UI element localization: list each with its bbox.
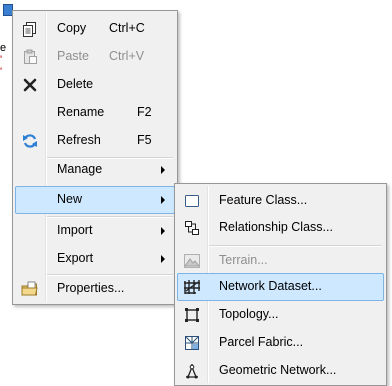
- menu-item-label: New: [57, 192, 83, 206]
- menu-item-label: Delete: [57, 77, 94, 91]
- menu-item-paste[interactable]: Paste Ctrl+V: [15, 43, 175, 71]
- terrain-icon: [183, 252, 201, 270]
- submenu-item-network-dataset[interactable]: Network Dataset...: [177, 273, 384, 301]
- menu-item-label: Export: [57, 251, 94, 265]
- background-window: e ' ': [0, 0, 13, 130]
- menu-item-shortcut: Ctrl+V: [109, 49, 145, 63]
- submenu-arrow-icon: [161, 255, 165, 263]
- menu-item-manage[interactable]: Manage: [15, 156, 175, 184]
- feature-class-icon: [183, 192, 201, 210]
- menu-item-label: Copy: [57, 21, 87, 35]
- submenu-arrow-icon: [161, 196, 165, 204]
- menu-item-label: Feature Class...: [219, 193, 308, 207]
- menu-item-label: Rename: [57, 105, 105, 119]
- menu-item-label: Refresh: [57, 133, 101, 147]
- menu-item-label: Parcel Fabric...: [219, 335, 304, 349]
- menu-item-label: Relationship Class...: [219, 220, 333, 234]
- background-text: e: [0, 42, 7, 54]
- menu-item-shortcut: F5: [137, 133, 152, 147]
- menu-item-refresh[interactable]: Refresh F5: [15, 127, 175, 155]
- delete-icon: [21, 76, 39, 94]
- submenu-arrow-icon: [161, 166, 165, 174]
- menu-item-rename[interactable]: Rename F2: [15, 99, 175, 127]
- menu-item-label: Terrain...: [219, 253, 268, 267]
- menu-item-label: Topology...: [219, 307, 279, 321]
- menu-item-properties[interactable]: Properties...: [15, 275, 175, 303]
- menu-item-export[interactable]: Export: [15, 245, 175, 273]
- relationship-class-icon: [183, 219, 201, 237]
- submenu-arrow-icon: [161, 227, 165, 235]
- submenu-item-geometric-network[interactable]: Geometric Network...: [177, 357, 384, 385]
- menu-item-shortcut: Ctrl+C: [109, 21, 145, 35]
- menu-item-label: Network Dataset...: [219, 279, 322, 293]
- submenu-item-topology[interactable]: Topology...: [177, 301, 384, 329]
- menu-item-label: Geometric Network...: [219, 363, 337, 377]
- menu-item-copy[interactable]: Copy Ctrl+C: [15, 15, 175, 43]
- properties-icon: [21, 280, 39, 298]
- menu-item-import[interactable]: Import: [15, 217, 175, 245]
- menu-item-label: Properties...: [57, 281, 125, 295]
- new-submenu: Feature Class... Relationship Class... T…: [174, 183, 387, 386]
- background-text: ': [0, 66, 3, 78]
- refresh-icon: [21, 132, 39, 150]
- background-text: ': [0, 54, 3, 66]
- submenu-item-relationship-class[interactable]: Relationship Class...: [177, 214, 384, 242]
- menu-item-label: Paste: [57, 49, 89, 63]
- paste-icon: [21, 48, 39, 66]
- context-menu: Copy Ctrl+C Paste Ctrl+V Delete Rename F…: [12, 10, 178, 305]
- menu-item-shortcut: F2: [137, 105, 152, 119]
- network-dataset-icon: [183, 278, 201, 296]
- geometric-network-icon: [183, 362, 201, 380]
- menu-item-new[interactable]: New: [15, 186, 175, 214]
- submenu-item-terrain[interactable]: Terrain...: [177, 247, 384, 275]
- topology-icon: [183, 306, 201, 324]
- submenu-item-parcel-fabric[interactable]: Parcel Fabric...: [177, 329, 384, 357]
- menu-item-label: Import: [57, 223, 93, 237]
- menu-item-label: Manage: [57, 162, 103, 176]
- submenu-item-feature-class[interactable]: Feature Class...: [177, 187, 384, 215]
- copy-icon: [21, 20, 39, 38]
- parcel-fabric-icon: [183, 334, 201, 352]
- menu-item-delete[interactable]: Delete: [15, 71, 175, 99]
